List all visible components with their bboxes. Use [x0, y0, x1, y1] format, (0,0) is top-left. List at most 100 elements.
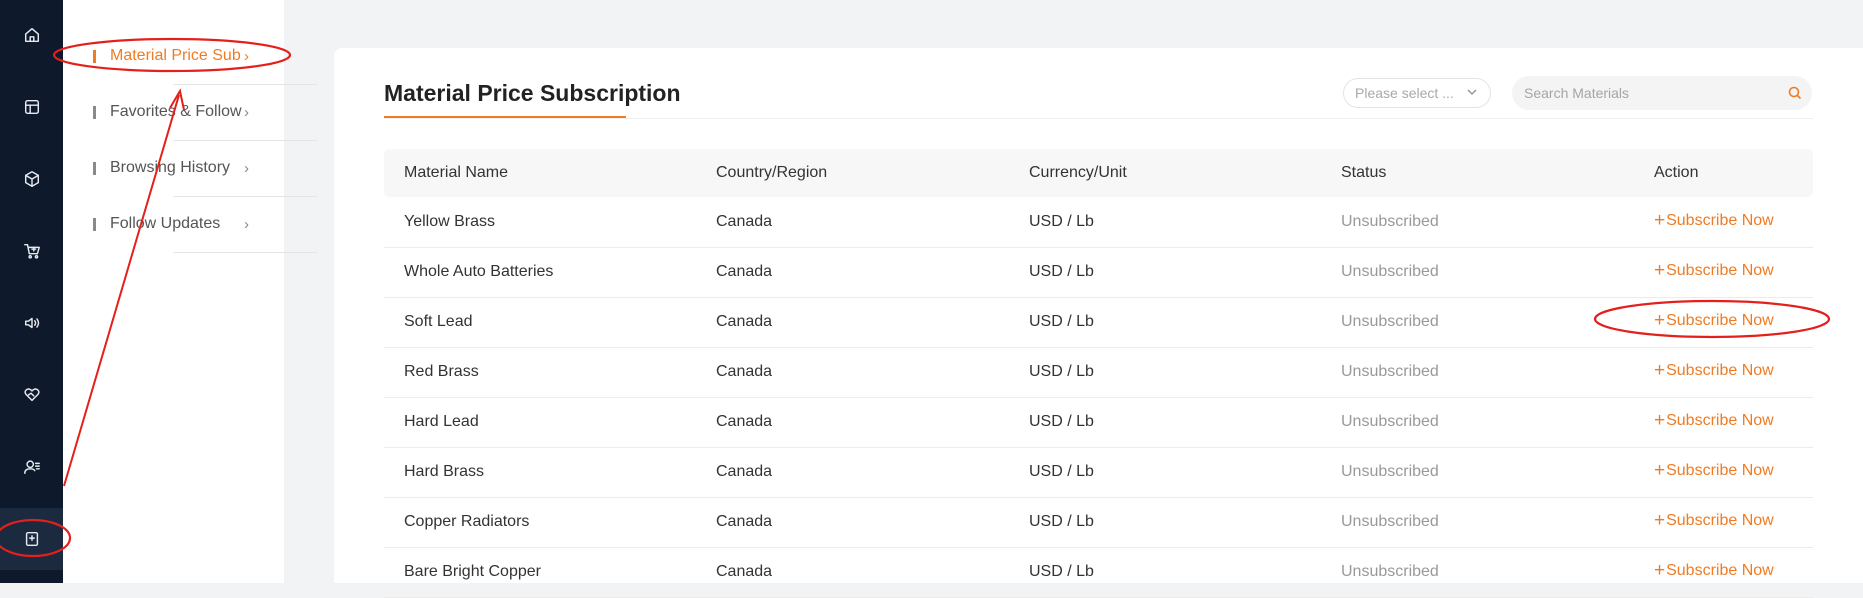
table-row: Hard Lead Canada USD / Lb Unsubscribed +… [384, 397, 1813, 448]
chevron-right-icon: › [244, 215, 249, 233]
material-name: Hard Lead [404, 413, 479, 430]
table-row: Yellow Brass Canada USD / Lb Unsubscribe… [384, 197, 1813, 248]
plus-icon: + [1654, 410, 1666, 431]
status: Unsubscribed [1341, 413, 1439, 430]
currency-unit: USD / Lb [1029, 313, 1094, 330]
table-row: Red Brass Canada USD / Lb Unsubscribed +… [384, 347, 1813, 398]
action-label: Subscribe Now [1666, 562, 1774, 579]
column-header-material-name: Material Name [404, 164, 509, 181]
sub-menu: Material Price Sub › Favorites & Follow … [63, 0, 317, 583]
table-row: Copper Radiators Canada USD / Lb Unsubsc… [384, 497, 1813, 548]
plus-icon: + [1654, 260, 1666, 281]
subscribe-now-button[interactable]: + Subscribe Now [1654, 310, 1774, 331]
submenu-item-favorites-follow[interactable]: Favorites & Follow › [93, 84, 317, 140]
item-indicator [93, 105, 96, 119]
item-indicator [93, 161, 96, 175]
subscribe-now-button[interactable]: + Subscribe Now [1654, 410, 1774, 431]
country-region: Canada [716, 563, 773, 580]
active-indicator [93, 49, 96, 63]
search-icon[interactable] [1788, 86, 1802, 100]
status: Unsubscribed [1341, 563, 1439, 580]
country-region: Canada [716, 313, 773, 330]
filter-select[interactable]: Please select ... [1343, 78, 1491, 108]
table-row: Bare Bright Copper Canada USD / Lb Unsub… [384, 547, 1813, 598]
plus-icon: + [1654, 460, 1666, 481]
status: Unsubscribed [1341, 363, 1439, 380]
layout-icon[interactable] [0, 76, 63, 138]
country-region: Canada [716, 513, 773, 530]
plus-icon: + [1654, 310, 1666, 331]
chevron-right-icon: › [244, 47, 249, 65]
country-region: Canada [716, 463, 773, 480]
material-name: Soft Lead [404, 313, 473, 330]
material-name: Red Brass [404, 363, 479, 380]
page-title: Material Price Subscription [384, 80, 681, 106]
icon-rail [0, 0, 63, 583]
main-card: Material Price Subscription Please selec… [334, 48, 1863, 598]
title-rule [384, 118, 1813, 119]
column-header-status: Status [1341, 164, 1387, 181]
action-label: Subscribe Now [1666, 262, 1774, 279]
status: Unsubscribed [1341, 263, 1439, 280]
country-region: Canada [716, 213, 773, 230]
submenu-item-label: Browsing History [110, 159, 231, 176]
bookmark-plus-icon[interactable] [0, 508, 63, 570]
currency-unit: USD / Lb [1029, 263, 1094, 280]
column-header-action: Action [1654, 164, 1699, 181]
subscribe-now-button[interactable]: + Subscribe Now [1654, 510, 1774, 531]
table-row: Soft Lead Canada USD / Lb Unsubscribed +… [384, 297, 1813, 348]
action-label: Subscribe Now [1666, 512, 1774, 529]
status: Unsubscribed [1341, 463, 1439, 480]
subscribe-now-button[interactable]: + Subscribe Now [1654, 361, 1774, 380]
subscribe-now-button[interactable]: + Subscribe Now [1654, 210, 1774, 231]
material-name: Copper Radiators [404, 513, 530, 530]
currency-unit: USD / Lb [1029, 413, 1094, 430]
cart-icon[interactable] [0, 220, 63, 282]
subscribe-now-button[interactable]: + Subscribe Now [1654, 260, 1774, 281]
speaker-icon[interactable] [0, 292, 63, 354]
currency-unit: USD / Lb [1029, 363, 1094, 380]
home-icon[interactable] [0, 4, 63, 66]
submenu-item-label: Favorites & Follow [110, 103, 242, 120]
currency-unit: USD / Lb [1029, 513, 1094, 530]
chevron-right-icon: › [244, 159, 249, 177]
search-input[interactable] [1512, 84, 1776, 102]
country-region: Canada [716, 413, 773, 430]
plus-icon: + [1654, 510, 1666, 531]
submenu-item-label: Follow Updates [110, 215, 221, 232]
submenu-item-browsing-history[interactable]: Browsing History › [93, 140, 317, 196]
subscribe-now-button[interactable]: + Subscribe Now [1654, 460, 1774, 481]
action-label: Subscribe Now [1666, 212, 1774, 229]
heart-handshake-icon[interactable] [0, 364, 63, 426]
currency-unit: USD / Lb [1029, 463, 1094, 480]
status: Unsubscribed [1341, 213, 1439, 230]
chevron-down-icon [1466, 85, 1478, 97]
table-row: Whole Auto Batteries Canada USD / Lb Uns… [384, 247, 1813, 298]
currency-unit: USD / Lb [1029, 563, 1094, 580]
submenu-item-material-price-sub[interactable]: Material Price Sub › [93, 28, 317, 84]
user-list-icon[interactable] [0, 436, 63, 498]
table-header: Material Name Country/Region Currency/Un… [384, 149, 1813, 197]
column-header-country-region: Country/Region [716, 164, 828, 181]
title-underline [384, 116, 626, 118]
status: Unsubscribed [1341, 313, 1439, 330]
submenu-item-follow-updates[interactable]: Follow Updates › [93, 196, 317, 252]
material-name: Whole Auto Batteries [404, 263, 554, 280]
material-name: Yellow Brass [404, 213, 496, 230]
item-indicator [93, 217, 96, 231]
action-label: Subscribe Now [1666, 412, 1774, 429]
search-box[interactable] [1512, 76, 1812, 110]
chevron-right-icon: › [244, 103, 249, 121]
submenu-item-label: Material Price Sub [110, 47, 241, 64]
action-label: Subscribe Now [1666, 312, 1774, 329]
table-row: Hard Brass Canada USD / Lb Unsubscribed … [384, 447, 1813, 498]
country-region: Canada [716, 363, 773, 380]
cube-icon[interactable] [0, 148, 63, 210]
subscribe-now-button[interactable]: + Subscribe Now [1654, 560, 1774, 581]
plus-icon: + [1654, 210, 1666, 231]
plus-icon: + [1654, 560, 1666, 581]
divider [173, 252, 317, 253]
status: Unsubscribed [1341, 513, 1439, 530]
material-name: Hard Brass [404, 463, 485, 480]
column-header-currency-unit: Currency/Unit [1029, 164, 1127, 181]
